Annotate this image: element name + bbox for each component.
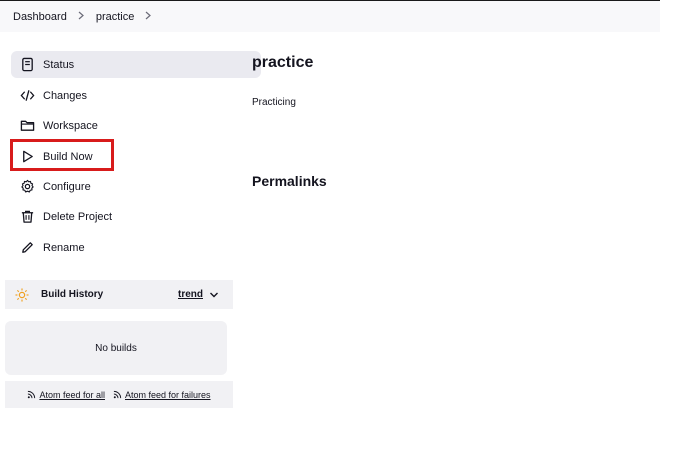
sidebar-item-label: Status	[43, 58, 75, 71]
status-icon	[19, 57, 35, 73]
breadcrumb-dashboard[interactable]: Dashboard	[13, 11, 67, 23]
sidebar-item-label: Build Now	[43, 150, 93, 163]
project-description: Practicing	[252, 97, 296, 108]
permalinks-heading: Permalinks	[252, 173, 327, 189]
chevron-down-icon[interactable]	[209, 290, 219, 300]
sidebar-item-label: Delete Project	[43, 210, 113, 223]
no-builds-text: No builds	[95, 342, 137, 354]
sidebar-item-build-now[interactable]: Build Now	[11, 143, 261, 170]
atom-feed-all-label: Atom feed for all	[39, 389, 105, 400]
chevron-right-icon[interactable]	[145, 11, 152, 23]
folder-icon	[19, 118, 35, 134]
breadcrumb: Dashboard practice	[0, 1, 660, 32]
build-history-header: Build History trend	[5, 280, 233, 309]
sun-icon	[15, 287, 29, 302]
pencil-icon	[19, 240, 35, 256]
sidebar-item-label: Configure	[43, 180, 91, 193]
sidebar-item-status[interactable]: Status	[11, 51, 261, 78]
sidebar-item-rename[interactable]: Rename	[11, 234, 261, 261]
chevron-right-icon	[78, 11, 85, 23]
sidebar-item-label: Rename	[43, 241, 85, 254]
atom-feed-failures-link[interactable]: Atom feed for failures	[113, 390, 211, 400]
rss-icon	[113, 390, 122, 399]
breadcrumb-practice[interactable]: practice	[96, 11, 135, 23]
build-history-empty: No builds	[5, 321, 227, 375]
sidebar-item-label: Changes	[43, 89, 88, 102]
sidebar-item-configure[interactable]: Configure	[11, 173, 261, 200]
sidebar-item-label: Workspace	[43, 119, 98, 132]
play-icon	[19, 149, 35, 165]
atom-feed-all-link[interactable]: Atom feed for all	[27, 390, 105, 400]
sidebar-item-changes[interactable]: Changes	[11, 82, 261, 109]
rss-icon	[28, 390, 36, 399]
sidebar-item-workspace[interactable]: Workspace	[11, 112, 261, 139]
atom-feeds: Atom feed for all Atom feed for failures	[5, 381, 233, 408]
gear-icon	[19, 179, 35, 195]
page-title: practice	[252, 54, 314, 71]
trash-icon	[19, 209, 35, 225]
sidebar-item-delete-project[interactable]: Delete Project	[11, 203, 261, 230]
atom-feed-failures-label: Atom feed for failures	[124, 389, 211, 400]
build-history-title: Build History	[41, 289, 104, 300]
trend-link[interactable]: trend	[178, 289, 203, 300]
code-icon	[19, 88, 35, 104]
